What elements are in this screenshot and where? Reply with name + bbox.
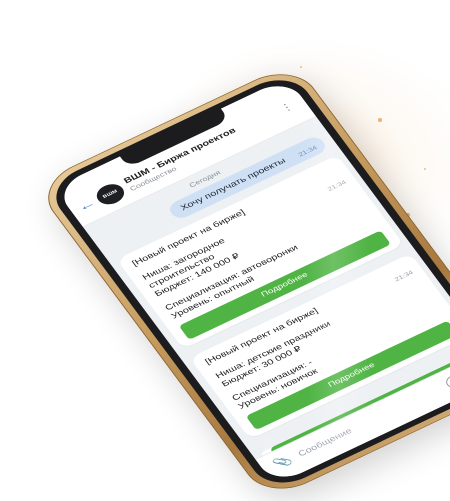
paperclip-icon[interactable]: 📎 (271, 453, 295, 471)
avatar[interactable]: ВШМ (92, 180, 129, 209)
spark-decoration (424, 168, 426, 170)
spark-decoration (300, 66, 302, 68)
spark-decoration (378, 118, 382, 122)
more-vertical-icon[interactable]: ⋮ (277, 99, 296, 114)
message-time: 21:34 (297, 144, 319, 158)
arrow-left-icon[interactable]: ← (74, 195, 98, 214)
smile-icon[interactable]: ☺ (443, 372, 450, 391)
